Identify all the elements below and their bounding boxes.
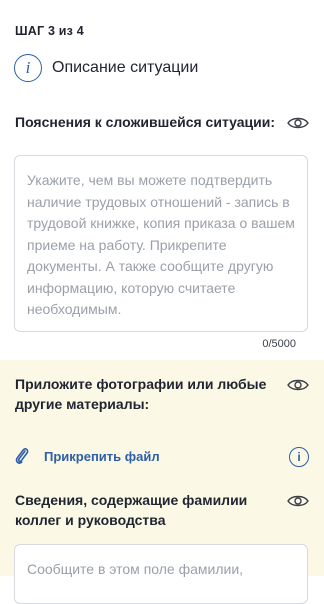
- eye-icon[interactable]: [287, 378, 309, 392]
- colleagues-textarea[interactable]: Сообщите в этом поле фамилии,: [14, 544, 308, 604]
- section-header: i Описание ситуации: [14, 54, 198, 82]
- paperclip-icon: [15, 448, 29, 464]
- step-indicator: ШАГ 3 из 4: [15, 24, 84, 38]
- info-icon: i: [14, 54, 42, 82]
- section-title: Описание ситуации: [52, 59, 199, 76]
- explanation-textarea[interactable]: Укажите, чем вы можете подтвердить налич…: [14, 155, 308, 332]
- character-counter: 0/5000: [262, 338, 296, 350]
- attachments-label: Приложите фотографии или любые другие ма…: [15, 376, 267, 412]
- eye-icon[interactable]: [287, 116, 309, 130]
- explanation-label: Пояснения к сложившейся ситуации:: [15, 114, 276, 130]
- colleagues-label: Сведения, содержащие фамилии коллег и ру…: [15, 492, 248, 528]
- attach-file-button[interactable]: Прикрепить файл: [14, 446, 160, 466]
- info-small-icon[interactable]: i: [289, 447, 309, 467]
- eye-icon[interactable]: [287, 494, 309, 508]
- attach-file-label: Прикрепить файл: [44, 448, 160, 464]
